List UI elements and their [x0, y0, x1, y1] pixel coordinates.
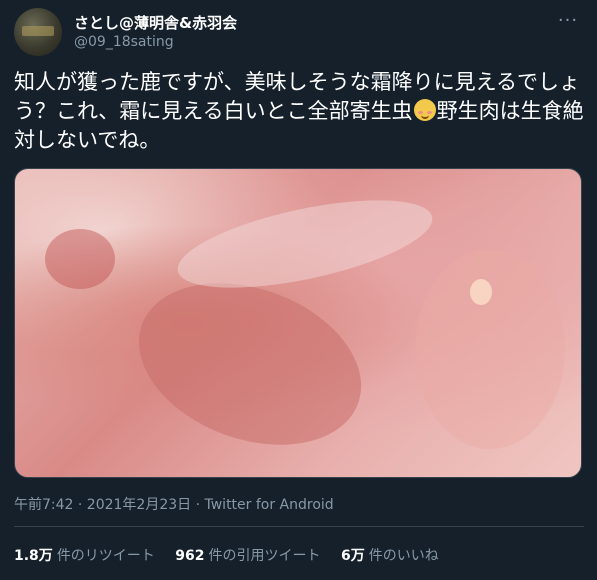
tweet-header: さとし@薄明舎&赤羽会 @09_18sating ··· [14, 8, 584, 56]
tweet-timestamp[interactable]: 午前7:42 · 2021年2月23日 · Twitter for Androi… [14, 494, 334, 514]
avatar[interactable] [14, 8, 62, 56]
retweet-count[interactable]: 1.8万 件のリツイート [14, 545, 155, 565]
display-name[interactable]: さとし@薄明舎&赤羽会 [74, 12, 237, 33]
tweet-text: 知人が獲った鹿ですが、美味しそうな霜降りに見えるでしょう？これ、霜に見える白いと… [14, 68, 584, 155]
more-options-icon[interactable]: ··· [556, 12, 580, 32]
tweet-stats: 1.8万 件のリツイート 962 件の引用ツイート 6万 件のいいね [14, 545, 455, 565]
tweet-photo[interactable] [14, 168, 582, 478]
divider [14, 526, 584, 527]
like-count[interactable]: 6万 件のいいね [341, 545, 439, 565]
smiling-face-with-blush-icon [413, 99, 436, 121]
quote-tweet-count[interactable]: 962 件の引用ツイート [175, 545, 320, 565]
user-handle[interactable]: @09_18sating [74, 34, 174, 50]
